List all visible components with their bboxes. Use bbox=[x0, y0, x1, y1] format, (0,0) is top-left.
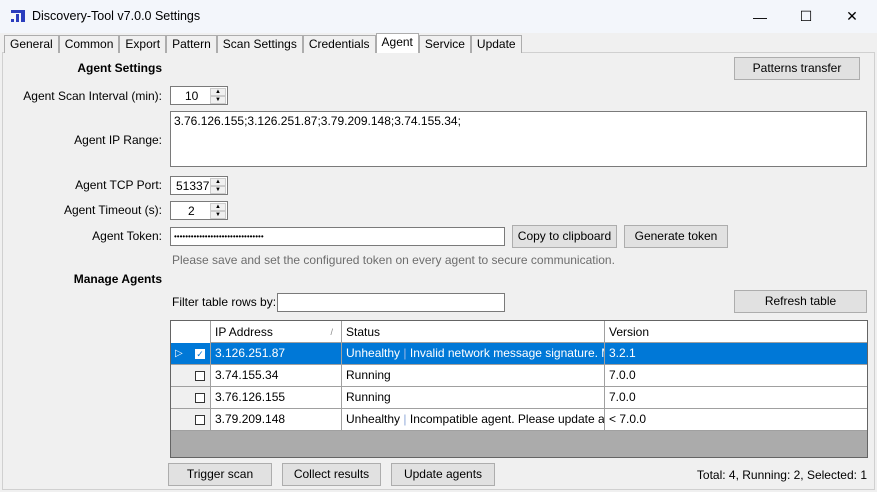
manage-agents-heading: Manage Agents bbox=[73, 272, 162, 286]
row-checkbox[interactable] bbox=[195, 415, 205, 425]
minimize-button[interactable]: — bbox=[737, 0, 783, 33]
row-pointer-icon: ▷ bbox=[175, 348, 183, 359]
filter-input[interactable] bbox=[277, 293, 505, 312]
table-row[interactable]: 3.76.126.155 Running 7.0.0 bbox=[171, 387, 867, 409]
header-corner bbox=[171, 321, 211, 343]
tab-scan-settings[interactable]: Scan Settings bbox=[216, 35, 303, 53]
status-cell: Running bbox=[342, 387, 605, 408]
version-cell: 7.0.0 bbox=[609, 368, 636, 382]
agents-table: IP Address / Status Version ▷ ✓ 3.126.251.… bbox=[170, 320, 868, 458]
tab-bar: General Common Export Pattern Scan Setti… bbox=[4, 33, 522, 53]
token-label: Agent Token: bbox=[92, 229, 162, 243]
tab-pattern[interactable]: Pattern bbox=[166, 35, 217, 53]
spin-up-icon[interactable]: ▲ bbox=[210, 203, 226, 211]
timeout-value[interactable]: 2 bbox=[188, 204, 195, 218]
filter-label: Filter table rows by: bbox=[172, 295, 277, 309]
refresh-table-button[interactable]: Refresh table bbox=[734, 290, 867, 313]
tab-update[interactable]: Update bbox=[470, 35, 522, 53]
ip-cell: 3.74.155.34 bbox=[211, 365, 342, 386]
update-agents-button[interactable]: Update agents bbox=[391, 463, 495, 486]
version-cell: < 7.0.0 bbox=[609, 412, 647, 426]
table-row[interactable]: 3.79.209.148 Unhealthy | Incompatible ag… bbox=[171, 409, 867, 431]
status-cell: Unhealthy | Invalid network message sign… bbox=[342, 343, 605, 364]
version-cell: 7.0.0 bbox=[609, 390, 636, 404]
app-logo-icon bbox=[11, 10, 25, 22]
column-header-status[interactable]: Status bbox=[342, 321, 605, 343]
tab-agent[interactable]: Agent bbox=[375, 33, 419, 53]
window-title: Discovery-Tool v7.0.0 Settings bbox=[32, 9, 201, 23]
tab-general[interactable]: General bbox=[4, 35, 59, 53]
generate-token-button[interactable]: Generate token bbox=[624, 225, 728, 248]
collect-results-button[interactable]: Collect results bbox=[282, 463, 381, 486]
ip-cell: 3.76.126.155 bbox=[211, 387, 342, 408]
spin-up-icon[interactable]: ▲ bbox=[210, 88, 226, 96]
agent-settings-heading: Agent Settings bbox=[77, 61, 162, 75]
maximize-button[interactable]: ☐ bbox=[783, 0, 829, 33]
timeout-label: Agent Timeout (s): bbox=[63, 203, 162, 217]
sort-icon: / bbox=[330, 327, 333, 337]
table-row[interactable]: 3.74.155.34 Running 7.0.0 bbox=[171, 365, 867, 387]
ip-cell: 3.79.209.148 bbox=[211, 409, 342, 430]
agents-summary: Total: 4, Running: 2, Selected: 1 bbox=[696, 468, 867, 482]
scan-interval-label: Agent Scan Interval (min): bbox=[23, 89, 162, 103]
scan-interval-value[interactable]: 10 bbox=[185, 89, 198, 103]
row-checkbox[interactable] bbox=[195, 393, 205, 403]
tab-service[interactable]: Service bbox=[418, 35, 471, 53]
row-checkbox[interactable] bbox=[195, 371, 205, 381]
version-cell: 3.2.1 bbox=[609, 346, 636, 360]
tcp-port-stepper[interactable]: 51337 ▲ ▼ bbox=[170, 176, 228, 195]
timeout-stepper[interactable]: 2 ▲ ▼ bbox=[170, 201, 228, 220]
spin-up-icon[interactable]: ▲ bbox=[210, 178, 226, 186]
spin-down-icon[interactable]: ▼ bbox=[210, 186, 226, 194]
copy-clipboard-button[interactable]: Copy to clipboard bbox=[512, 225, 617, 248]
token-input[interactable]: •••••••••••••••••••••••••••••••• bbox=[170, 227, 505, 246]
scan-interval-stepper[interactable]: 10 ▲ ▼ bbox=[170, 86, 228, 105]
ip-range-label: Agent IP Range: bbox=[74, 133, 162, 147]
spin-down-icon[interactable]: ▼ bbox=[210, 96, 226, 104]
column-header-ip[interactable]: IP Address / bbox=[211, 321, 342, 343]
ip-range-textarea[interactable]: 3.76.126.155;3.126.251.87;3.79.209.148;3… bbox=[170, 111, 867, 167]
row-checkbox[interactable]: ✓ bbox=[195, 349, 205, 359]
tcp-port-value[interactable]: 51337 bbox=[176, 179, 209, 193]
trigger-scan-button[interactable]: Trigger scan bbox=[168, 463, 272, 486]
tcp-port-label: Agent TCP Port: bbox=[75, 178, 162, 192]
patterns-transfer-button[interactable]: Patterns transfer bbox=[734, 57, 860, 80]
tab-common[interactable]: Common bbox=[58, 35, 120, 53]
tab-credentials[interactable]: Credentials bbox=[302, 35, 376, 53]
table-row[interactable]: ▷ ✓ 3.126.251.87 Unhealthy | Invalid netw… bbox=[171, 343, 867, 365]
ip-cell: 3.126.251.87 bbox=[211, 343, 342, 364]
close-button[interactable]: ✕ bbox=[829, 0, 875, 33]
table-header: IP Address / Status Version bbox=[171, 321, 867, 343]
column-header-version[interactable]: Version bbox=[605, 321, 867, 343]
tab-export[interactable]: Export bbox=[119, 35, 167, 53]
status-cell: Unhealthy | Incompatible agent. Please u… bbox=[342, 409, 605, 430]
status-cell: Running bbox=[342, 365, 605, 386]
token-hint: Please save and set the configured token… bbox=[172, 253, 615, 267]
spin-down-icon[interactable]: ▼ bbox=[210, 211, 226, 219]
